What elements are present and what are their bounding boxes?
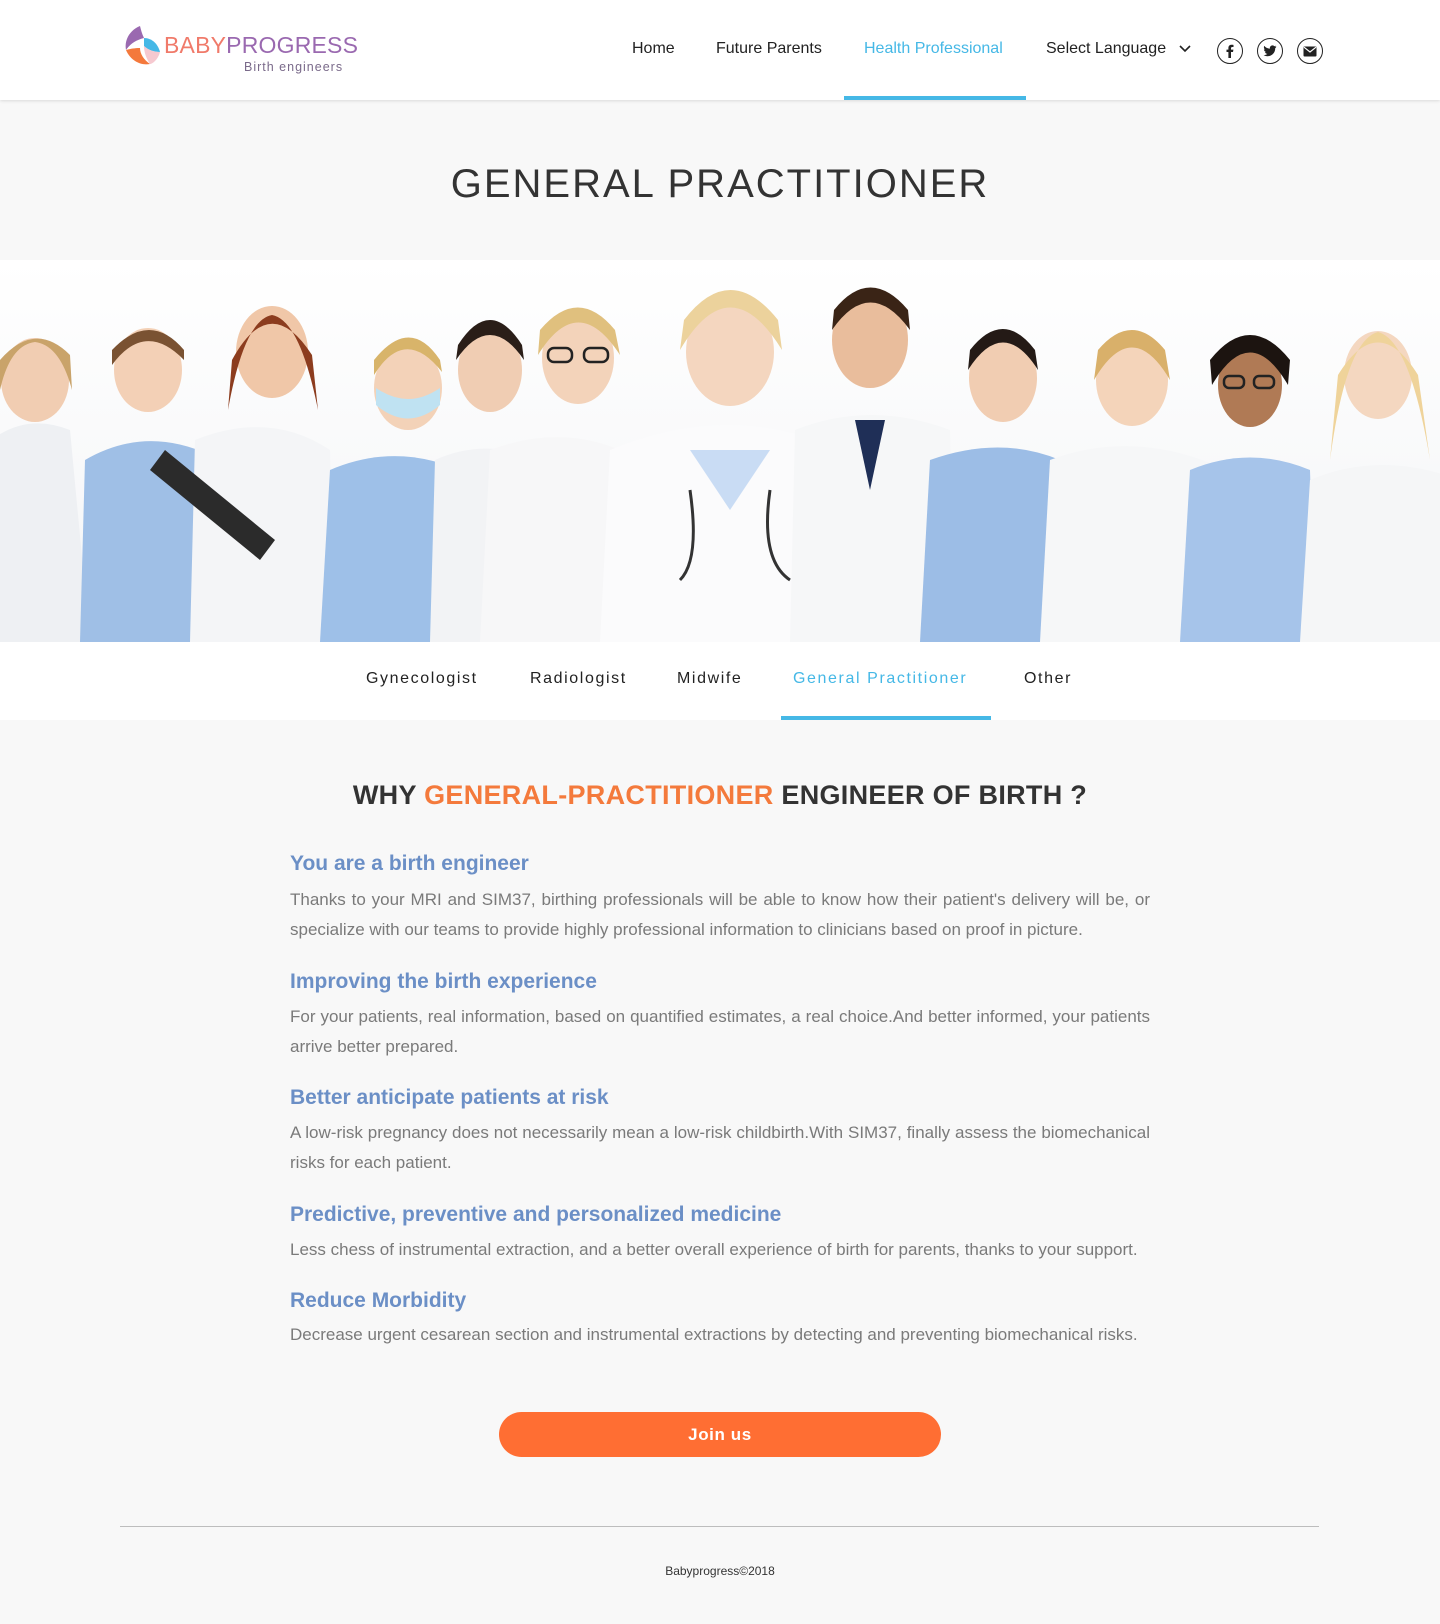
why-suffix: ENGINEER OF BIRTH ? — [773, 780, 1088, 810]
hero-image — [0, 260, 1440, 642]
tab-active-indicator — [781, 716, 991, 720]
tab-gynecologist[interactable]: Gynecologist — [366, 670, 478, 688]
footer-copyright: Babyprogress©2018 — [665, 1564, 775, 1578]
language-select-label: Select Language — [1046, 40, 1167, 57]
nav-home[interactable]: Home — [632, 40, 675, 58]
nav-future-parents[interactable]: Future Parents — [716, 40, 822, 58]
twitter-icon[interactable] — [1257, 38, 1283, 64]
page-title: GENERAL PRACTITIONER — [450, 162, 990, 206]
logo-wordmark: BABYPROGRESS — [164, 32, 358, 59]
logo-mark-icon — [125, 26, 160, 65]
logo-tagline: Birth engineers — [244, 60, 344, 74]
why-highlight: GENERAL-PRACTITIONER — [424, 780, 774, 810]
tab-other[interactable]: Other — [1024, 670, 1072, 688]
feature-text: Decrease urgent cesarean section and ins… — [290, 1325, 1138, 1344]
feature-text: Thanks to your MRI and SIM37, birthing p… — [290, 890, 1150, 939]
tab-general-practitioner[interactable]: General Practitioner — [793, 670, 967, 688]
facebook-icon[interactable] — [1217, 38, 1243, 64]
feature-text: For your patients, real information, bas… — [290, 1007, 1150, 1056]
feature-title: You are a birth engineer — [290, 852, 529, 875]
nav-health-professional[interactable]: Health Professional — [864, 40, 1003, 58]
doctors-group-image — [0, 260, 1440, 642]
logo-word-progress: PROGRESS — [226, 32, 359, 58]
site-header: BABYPROGRESS Birth engineers Home Future… — [0, 0, 1440, 100]
feature-text: A low-risk pregnancy does not necessaril… — [290, 1123, 1150, 1172]
brand-logo[interactable]: BABYPROGRESS Birth engineers — [120, 22, 358, 78]
join-us-button[interactable]: Join us — [499, 1412, 941, 1457]
mail-icon[interactable] — [1297, 38, 1323, 64]
feature-title: Reduce Morbidity — [290, 1289, 467, 1312]
feature-text: Less chess of instrumental extraction, a… — [290, 1240, 1138, 1259]
logo-word-baby: BABY — [164, 32, 227, 58]
why-prefix: WHY — [352, 780, 425, 810]
feature-title: Better anticipate patients at risk — [290, 1086, 609, 1109]
why-heading: WHY GENERAL-PRACTITIONER ENGINEER OF BIR… — [0, 780, 1440, 811]
specialty-tabs: Gynecologist Radiologist Midwife General… — [0, 642, 1440, 720]
language-select[interactable]: Select Language — [1046, 40, 1191, 58]
chevron-down-icon — [1178, 45, 1191, 52]
feature-title: Improving the birth experience — [290, 970, 597, 993]
tab-radiologist[interactable]: Radiologist — [530, 670, 627, 688]
footer-divider — [120, 1526, 1319, 1527]
tab-midwife[interactable]: Midwife — [677, 670, 742, 688]
nav-active-indicator — [844, 96, 1026, 100]
feature-title: Predictive, preventive and personalized … — [290, 1203, 782, 1226]
